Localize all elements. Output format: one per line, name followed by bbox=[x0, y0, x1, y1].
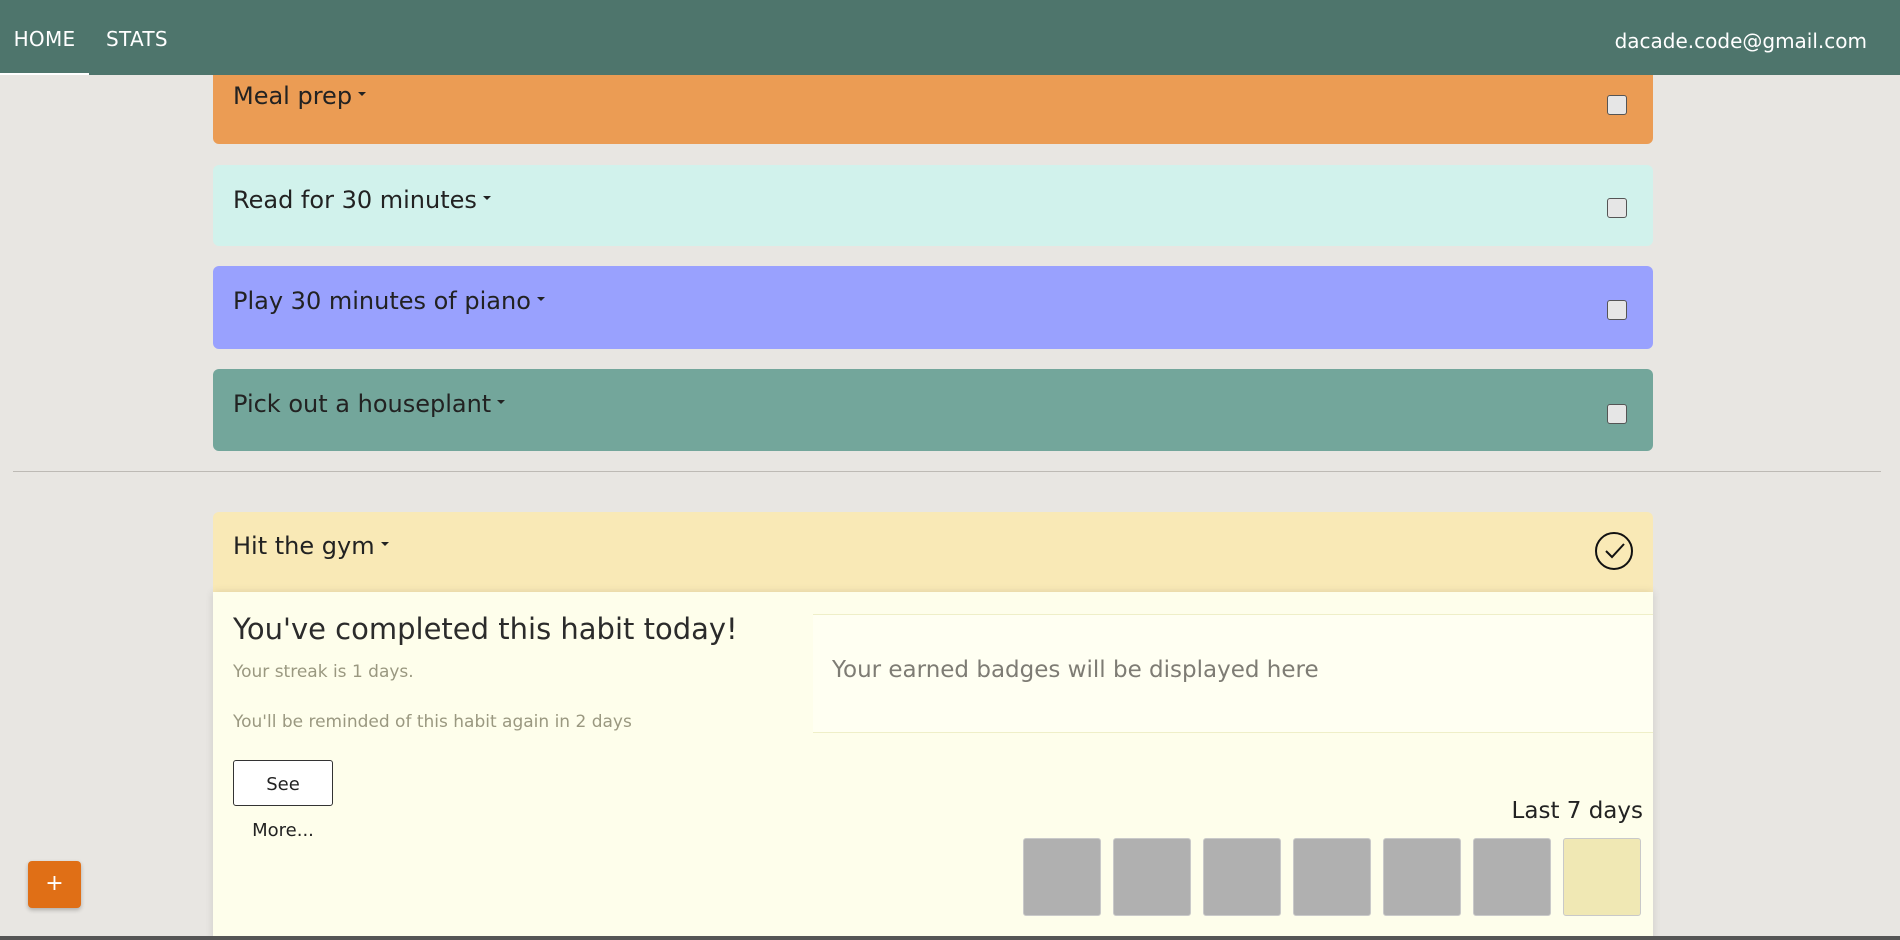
caret-down-icon bbox=[380, 542, 389, 546]
habit-title[interactable]: Read for 30 minutes bbox=[233, 186, 491, 214]
day-box bbox=[1113, 838, 1191, 916]
habit-card-piano[interactable]: Play 30 minutes of piano bbox=[213, 266, 1653, 349]
caret-down-icon bbox=[497, 400, 506, 404]
habit-title[interactable]: Hit the gym bbox=[233, 532, 389, 560]
top-navbar: HOME STATS dacade.code@gmail.com bbox=[0, 0, 1900, 75]
day-box bbox=[1383, 838, 1461, 916]
user-email[interactable]: dacade.code@gmail.com bbox=[1615, 0, 1867, 82]
habit-checkbox[interactable] bbox=[1607, 198, 1627, 218]
habit-checkbox[interactable] bbox=[1607, 404, 1627, 424]
day-box bbox=[1563, 838, 1641, 916]
streak-text: Your streak is 1 days. bbox=[233, 662, 414, 682]
see-more-button[interactable]: See More... bbox=[233, 760, 333, 841]
habit-title[interactable]: Meal prep bbox=[233, 82, 367, 110]
habit-title[interactable]: Pick out a houseplant bbox=[233, 390, 506, 418]
last-7-days-label: Last 7 days bbox=[1511, 798, 1643, 824]
badges-placeholder-text: Your earned badges will be displayed her… bbox=[832, 657, 1319, 683]
habit-checkbox[interactable] bbox=[1607, 300, 1627, 320]
day-box bbox=[1473, 838, 1551, 916]
habit-card-read[interactable]: Read for 30 minutes bbox=[213, 165, 1653, 246]
completed-heading: You've completed this habit today! bbox=[233, 612, 738, 646]
caret-down-icon bbox=[536, 297, 545, 301]
completed-check-icon[interactable] bbox=[1595, 532, 1633, 570]
add-habit-button[interactable]: + bbox=[28, 861, 81, 908]
tab-home[interactable]: HOME bbox=[0, 0, 89, 75]
habit-title[interactable]: Play 30 minutes of piano bbox=[233, 287, 545, 315]
habit-card-gym[interactable]: Hit the gym bbox=[213, 512, 1653, 592]
section-divider bbox=[13, 471, 1881, 472]
tab-stats[interactable]: STATS bbox=[106, 0, 168, 73]
day-box bbox=[1203, 838, 1281, 916]
habit-checkbox[interactable] bbox=[1607, 95, 1627, 115]
habit-card-meal-prep[interactable]: Meal prep bbox=[213, 66, 1653, 144]
reminder-text: You'll be reminded of this habit again i… bbox=[233, 712, 632, 732]
day-box bbox=[1293, 838, 1371, 916]
caret-down-icon bbox=[358, 92, 367, 96]
caret-down-icon bbox=[482, 196, 491, 200]
day-box bbox=[1023, 838, 1101, 916]
badges-panel: Your earned badges will be displayed her… bbox=[813, 614, 1653, 733]
bottom-edge bbox=[0, 936, 1900, 940]
habit-card-houseplant[interactable]: Pick out a houseplant bbox=[213, 369, 1653, 451]
habit-details-panel: You've completed this habit today! Your … bbox=[213, 592, 1653, 940]
